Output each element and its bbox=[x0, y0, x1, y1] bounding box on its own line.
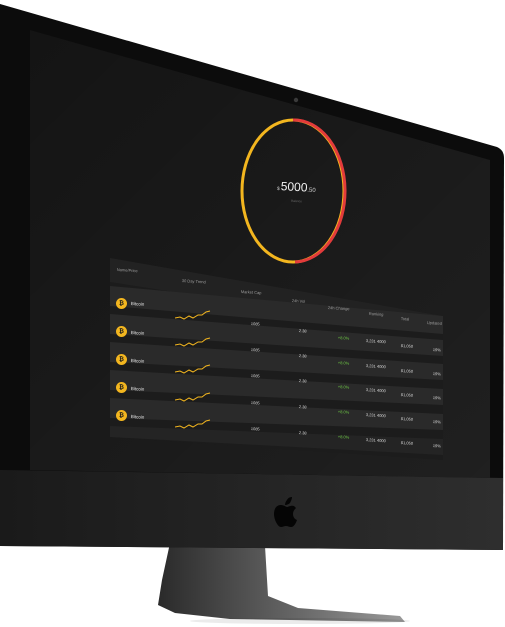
total: $1,050 bbox=[400, 416, 414, 422]
percent: 19% bbox=[432, 347, 442, 353]
volume: 2.38 bbox=[298, 404, 307, 410]
trend-sparkline bbox=[175, 337, 211, 347]
header-total[interactable]: Total bbox=[401, 316, 410, 322]
total: $1,050 bbox=[400, 440, 414, 446]
market-cap: 1085 bbox=[250, 321, 260, 327]
header-updated[interactable]: Updated bbox=[427, 320, 442, 326]
trend-sparkline bbox=[175, 419, 211, 429]
trend-sparkline bbox=[175, 364, 211, 374]
table-panel bbox=[110, 258, 443, 460]
volume: 2.38 bbox=[298, 328, 307, 334]
total: $1,050 bbox=[400, 392, 414, 398]
coin-name: Bitcoin bbox=[130, 414, 145, 420]
volume: 2.38 bbox=[298, 378, 307, 384]
total: $1,050 bbox=[400, 368, 414, 374]
volume: 2.38 bbox=[298, 353, 307, 359]
bitcoin-icon: ₿ bbox=[116, 298, 127, 309]
percent: 19% bbox=[432, 443, 442, 449]
market-cap: 1085 bbox=[250, 347, 260, 353]
coin-name: Bitcoin bbox=[130, 386, 145, 392]
market-cap: 1085 bbox=[250, 426, 260, 432]
percent: 19% bbox=[432, 419, 442, 425]
coin-name: Bitcoin bbox=[130, 330, 145, 336]
coin-name: Bitcoin bbox=[130, 358, 145, 364]
bitcoin-icon: ₿ bbox=[116, 354, 127, 365]
bitcoin-icon: ₿ bbox=[116, 410, 127, 421]
trend-sparkline bbox=[175, 392, 211, 402]
trend-sparkline bbox=[175, 310, 211, 320]
percent: 19% bbox=[432, 371, 442, 377]
bitcoin-icon: ₿ bbox=[116, 326, 127, 337]
header-volume[interactable]: 24h Vol bbox=[292, 298, 306, 304]
market-cap: 1085 bbox=[250, 373, 260, 379]
change: +8.0% bbox=[337, 434, 350, 440]
change: +8.0% bbox=[337, 335, 350, 341]
change: +8.0% bbox=[337, 409, 350, 415]
percent: 19% bbox=[432, 395, 442, 401]
coin-name: Bitcoin bbox=[130, 301, 145, 307]
total: $1,050 bbox=[400, 343, 414, 349]
header-ranking[interactable]: Ranking bbox=[369, 311, 384, 317]
change: +8.0% bbox=[337, 384, 350, 390]
bitcoin-icon: ₿ bbox=[116, 382, 127, 393]
change: +8.0% bbox=[337, 360, 350, 366]
market-cap: 1085 bbox=[250, 400, 260, 406]
volume: 2.38 bbox=[298, 430, 307, 436]
